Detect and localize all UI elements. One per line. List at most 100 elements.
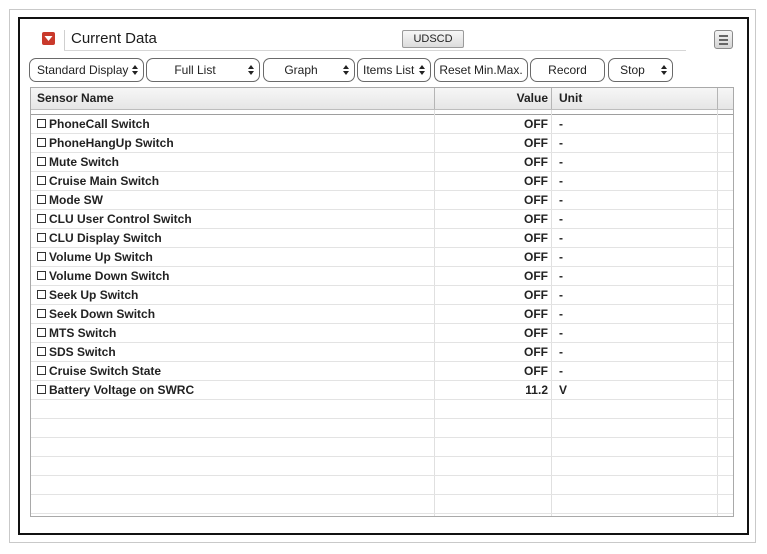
spinner-arrows-icon [661,65,667,75]
stop-label: Stop [620,63,645,77]
row-checkbox[interactable] [37,157,46,166]
sensor-value: OFF [524,250,548,264]
spinner-arrows-icon [419,65,425,75]
sensor-value: OFF [524,193,548,207]
table-row [31,457,733,476]
sensor-name: Volume Up Switch [49,250,153,264]
sensor-name: CLU User Control Switch [49,212,192,226]
spinner-arrows-icon [132,65,138,75]
table-row[interactable]: CLU User Control Switch OFF - [31,210,733,229]
row-checkbox[interactable] [37,309,46,318]
row-checkbox[interactable] [37,366,46,375]
sensor-name: MTS Switch [49,326,117,340]
sensor-value: OFF [524,212,548,226]
graph-label: Graph [284,63,318,77]
items-list-label: Items List [363,63,415,77]
sensor-name: Cruise Main Switch [49,174,160,188]
table-row[interactable]: Volume Up Switch OFF - [31,248,733,267]
row-checkbox[interactable] [37,176,46,185]
sensor-unit: - [559,212,563,226]
sensor-value: OFF [524,345,548,359]
table-row[interactable]: CLU Display Switch OFF - [31,229,733,248]
table-row [31,400,733,419]
sensor-unit: V [559,383,568,397]
reset-minmax-label: Reset Min.Max. [439,63,523,77]
table-row[interactable]: PhoneHangUp Switch OFF - [31,134,733,153]
sensor-unit: - [559,136,563,150]
table-row[interactable]: Mode SW OFF - [31,191,733,210]
row-checkbox[interactable] [37,233,46,242]
column-header-name[interactable]: Sensor Name [37,88,114,109]
standard-display-select[interactable]: Standard Display [29,58,144,82]
standard-display-label: Standard Display [37,63,129,77]
column-header-value[interactable]: Value [436,88,548,109]
row-checkbox[interactable] [37,385,46,394]
sensor-unit: - [559,307,563,321]
table-row[interactable]: Battery Voltage on SWRC 11.2 V [31,381,733,400]
table-row [31,419,733,438]
table-row[interactable]: Volume Down Switch OFF - [31,267,733,286]
row-checkbox[interactable] [37,347,46,356]
row-checkbox[interactable] [37,138,46,147]
reset-minmax-button[interactable]: Reset Min.Max. [434,58,528,82]
row-checkbox[interactable] [37,252,46,261]
sensor-name: Battery Voltage on SWRC [49,383,195,397]
table-row[interactable]: MTS Switch OFF - [31,324,733,343]
sensor-unit: - [559,250,563,264]
table-row[interactable]: Cruise Switch State OFF - [31,362,733,381]
menu-line [719,35,728,37]
table-header: Sensor Name Value Unit [31,88,733,110]
protocol-button[interactable]: UDSCD [402,30,464,48]
panel-header: Current Data UDSCD [42,29,682,51]
collapse-arrow-icon[interactable] [42,32,55,45]
table-body: PhoneCall Switch OFF - PhoneHangUp Switch OF… [31,115,733,514]
sensor-unit: - [559,364,563,378]
sensor-value: OFF [524,231,548,245]
table-row[interactable]: SDS Switch OFF - [31,343,733,362]
row-checkbox[interactable] [37,328,46,337]
sensor-value: OFF [524,269,548,283]
sensor-name: SDS Switch [49,345,116,359]
column-separator[interactable] [551,88,552,109]
sensor-value: 11.2 [525,383,548,397]
items-list-select[interactable]: Items List [357,58,431,82]
sensor-name: PhoneCall Switch [49,117,150,131]
table-row[interactable]: Mute Switch OFF - [31,153,733,172]
column-separator[interactable] [717,88,718,109]
table-row[interactable]: Seek Up Switch OFF - [31,286,733,305]
row-checkbox[interactable] [37,119,46,128]
table-row [31,476,733,495]
graph-select[interactable]: Graph [263,58,355,82]
sensor-value: OFF [524,364,548,378]
column-separator[interactable] [434,88,435,109]
full-list-label: Full List [174,63,216,77]
table-row[interactable]: Seek Down Switch OFF - [31,305,733,324]
sensor-value: OFF [524,288,548,302]
sensor-unit: - [559,174,563,188]
current-data-panel: Current Data UDSCD Standard Display Full… [18,17,749,535]
stop-select[interactable]: Stop [608,58,673,82]
table-row [31,495,733,514]
table-row[interactable]: PhoneCall Switch OFF - [31,115,733,134]
table-row [31,438,733,457]
sensor-value: OFF [524,136,548,150]
sensor-value: OFF [524,155,548,169]
sensor-name: PhoneHangUp Switch [49,136,174,150]
menu-icon[interactable] [714,30,733,49]
sensor-unit: - [559,155,563,169]
sensor-value: OFF [524,174,548,188]
record-button[interactable]: Record [530,58,605,82]
page-title: Current Data [71,30,157,47]
row-checkbox[interactable] [37,195,46,204]
full-list-select[interactable]: Full List [146,58,260,82]
table-row[interactable]: Cruise Main Switch OFF - [31,172,733,191]
sensor-table: Sensor Name Value Unit PhoneCall Switch O… [30,87,734,517]
sensor-unit: - [559,231,563,245]
column-header-unit[interactable]: Unit [559,88,582,109]
row-checkbox[interactable] [37,214,46,223]
sensor-value: OFF [524,326,548,340]
row-checkbox[interactable] [37,290,46,299]
row-checkbox[interactable] [37,271,46,280]
title-underline [64,50,686,51]
sensor-value: OFF [524,307,548,321]
